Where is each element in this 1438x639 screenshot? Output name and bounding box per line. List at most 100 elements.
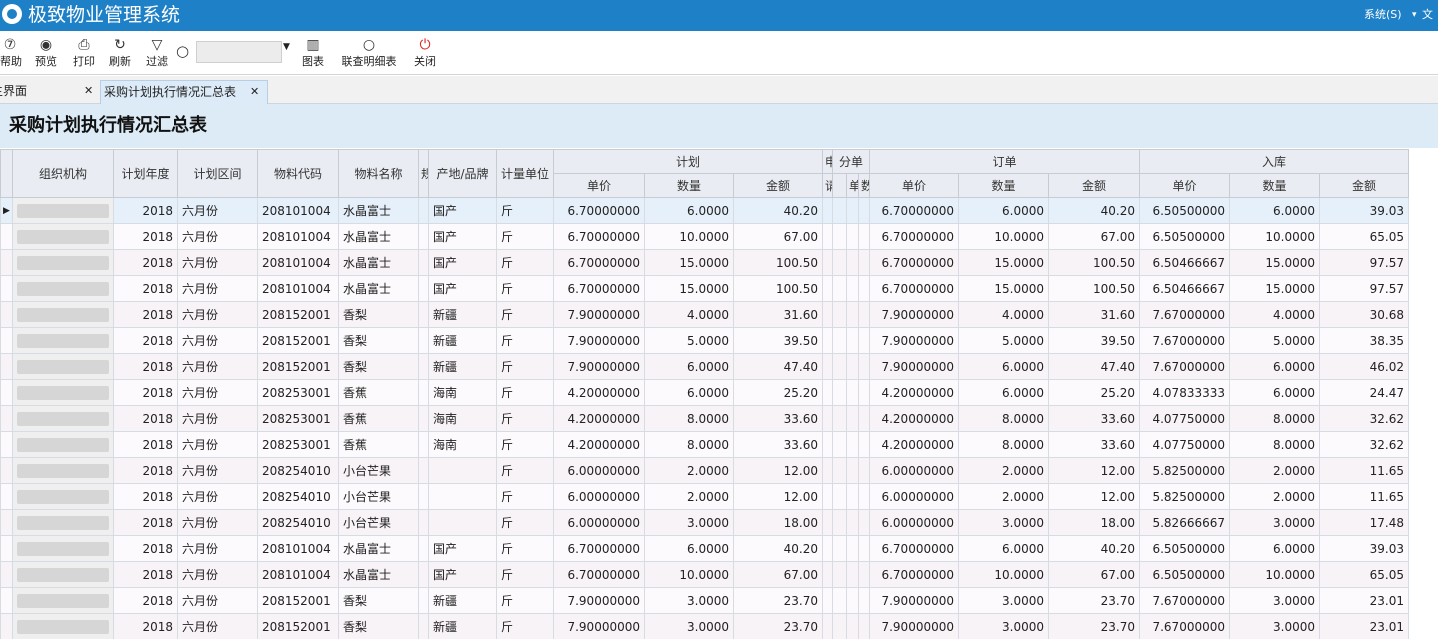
table-cell: 2.0000 <box>644 457 734 484</box>
table-cell: 3.0000 <box>1229 613 1320 639</box>
row-indicator[interactable] <box>0 301 13 328</box>
col-order-amount[interactable]: 金额 <box>1048 173 1140 198</box>
search-input[interactable] <box>196 41 282 63</box>
col-plan-amount[interactable]: 金额 <box>733 173 823 198</box>
table-cell: 小台芒果 <box>338 457 419 484</box>
preview-button[interactable]: ◉ 预览 <box>32 35 60 73</box>
table-cell: 国产 <box>428 535 497 562</box>
search-dropdown-icon[interactable]: ▼ <box>283 42 290 52</box>
chart-button[interactable]: ▥ 图表 <box>299 35 327 73</box>
menu-file[interactable]: 文 <box>1422 8 1433 22</box>
table-row[interactable]: 2018 六月份 208253001 香蕉 海南斤 4.20000000 8.0000 33.… <box>0 431 1438 458</box>
detail-query-button[interactable]: ○ 联查明细表 <box>338 35 400 73</box>
table-row[interactable]: 2018 六月份 208152001 香梨 新疆斤 7.90000000 4.0000 31.… <box>0 301 1438 328</box>
col-split-sub-b[interactable]: 单 <box>846 173 859 198</box>
table-row[interactable]: 2018 六月份 208101004 水晶富士 国产斤 6.70000000 10.0000… <box>0 223 1438 250</box>
table-cell <box>822 301 833 328</box>
table-cell <box>832 483 847 510</box>
menu-system[interactable]: 系统(S) <box>1364 8 1402 22</box>
row-indicator[interactable] <box>0 249 13 276</box>
table-cell: 7.90000000 <box>553 301 645 328</box>
table-row[interactable]: 2018 六月份 208254010 小台芒果斤 6.00000000 3.0000 18.… <box>0 509 1438 536</box>
table-cell: 六月份 <box>177 405 258 432</box>
row-indicator[interactable] <box>0 509 13 536</box>
col-split-sub-c[interactable]: 数 <box>858 173 870 198</box>
table-row[interactable]: 2018 六月份 208253001 香蕉 海南斤 4.20000000 8.0000 33.… <box>0 405 1438 432</box>
col-plan-year[interactable]: 计划年度 <box>113 149 178 198</box>
col-org[interactable]: 组织机构 <box>12 149 114 198</box>
row-indicator[interactable]: ▶ <box>0 197 13 224</box>
table-cell: 4.20000000 <box>869 431 959 458</box>
row-indicator[interactable] <box>0 223 13 250</box>
row-indicator[interactable] <box>0 379 13 406</box>
col-split-sub-a[interactable] <box>832 173 847 198</box>
table-row[interactable]: 2018 六月份 208152001 香梨 新疆斤 7.90000000 6.0000 47.… <box>0 353 1438 380</box>
col-order-qty[interactable]: 数量 <box>958 173 1049 198</box>
print-button[interactable]: ⎙ 打印 <box>70 35 98 73</box>
table-cell: 六月份 <box>177 587 258 614</box>
table-row[interactable]: 2018 六月份 208152001 香梨 新疆斤 7.90000000 3.0000 23.… <box>0 613 1438 639</box>
table-cell: 六月份 <box>177 509 258 536</box>
col-spec[interactable]: 规 <box>418 149 429 198</box>
col-inbound-amount[interactable]: 金额 <box>1319 173 1409 198</box>
table-row[interactable]: 2018 六月份 208101004 水晶富士 国产斤 6.70000000 15.0000… <box>0 275 1438 302</box>
help-button[interactable]: ⑦ 帮助 <box>0 35 22 73</box>
table-row[interactable]: 2018 六月份 208101004 水晶富士 国产斤 6.70000000 15.0000… <box>0 249 1438 276</box>
table-cell: 2.0000 <box>644 483 734 510</box>
col-unit[interactable]: 计量单位 <box>496 149 554 198</box>
row-indicator[interactable] <box>0 327 13 354</box>
table-row[interactable]: 2018 六月份 208152001 香梨 新疆斤 7.90000000 3.0000 23.… <box>0 587 1438 614</box>
table-cell: 6.50466667 <box>1139 249 1230 276</box>
col-origin-brand[interactable]: 产地/品牌 <box>428 149 497 198</box>
table-cell: 5.82500000 <box>1139 483 1230 510</box>
table-cell: 6.0000 <box>1229 353 1320 380</box>
redaction-mark <box>17 567 109 582</box>
table-row[interactable]: 2018 六月份 208253001 香蕉 海南斤 4.20000000 6.0000 25.… <box>0 379 1438 406</box>
redaction-mark <box>17 203 109 218</box>
col-request-sub[interactable]: 请 <box>822 173 833 198</box>
row-indicator[interactable] <box>0 405 13 432</box>
table-row[interactable]: 2018 六月份 208101004 水晶富士 国产斤 6.70000000 10.0000… <box>0 561 1438 588</box>
col-material-code[interactable]: 物料代码 <box>257 149 339 198</box>
row-indicator[interactable] <box>0 535 13 562</box>
table-cell <box>418 613 429 639</box>
table-cell: 8.0000 <box>644 405 734 432</box>
table-row[interactable]: 2018 六月份 208254010 小台芒果斤 6.00000000 2.0000 12.… <box>0 483 1438 510</box>
table-cell: 2.0000 <box>1229 483 1320 510</box>
row-indicator[interactable] <box>0 613 13 639</box>
row-indicator[interactable] <box>0 587 13 614</box>
table-cell: 97.57 <box>1319 275 1409 302</box>
table-cell: 100.50 <box>1048 249 1140 276</box>
col-inbound-price[interactable]: 单价 <box>1139 173 1230 198</box>
table-row[interactable]: 2018 六月份 208254010 小台芒果斤 6.00000000 2.0000 12.… <box>0 457 1438 484</box>
close-icon[interactable]: ✕ <box>250 81 259 103</box>
col-plan-period[interactable]: 计划区间 <box>177 149 258 198</box>
table-cell: 23.70 <box>1048 587 1140 614</box>
row-indicator[interactable] <box>0 431 13 458</box>
table-row[interactable]: 2018 六月份 208152001 香梨 新疆斤 7.90000000 5.0000 39.… <box>0 327 1438 354</box>
col-plan-qty[interactable]: 数量 <box>644 173 734 198</box>
tab-purchase-plan-report[interactable]: 采购计划执行情况汇总表 ✕ <box>100 80 268 104</box>
table-cell <box>858 483 870 510</box>
table-cell: 国产 <box>428 561 497 588</box>
col-order-price[interactable]: 单价 <box>869 173 959 198</box>
row-indicator[interactable] <box>0 561 13 588</box>
row-indicator[interactable] <box>0 483 13 510</box>
table-row[interactable]: ▶ 2018 六月份 208101004 水晶富士 国产斤 6.70000000 6.0000… <box>0 197 1438 224</box>
col-material-name[interactable]: 物料名称 <box>338 149 419 198</box>
col-inbound-qty[interactable]: 数量 <box>1229 173 1320 198</box>
table-cell: 40.20 <box>1048 535 1140 562</box>
row-indicator[interactable] <box>0 353 13 380</box>
row-indicator[interactable] <box>0 275 13 302</box>
table-cell: 7.67000000 <box>1139 613 1230 639</box>
row-indicator[interactable] <box>0 457 13 484</box>
close-icon[interactable]: ✕ <box>84 80 93 102</box>
refresh-button[interactable]: ↻ 刷新 <box>106 35 134 73</box>
table-row[interactable]: 2018 六月份 208101004 水晶富士 国产斤 6.70000000 6.0000 4… <box>0 535 1438 562</box>
col-plan-price[interactable]: 单价 <box>553 173 645 198</box>
tab-main[interactable]: 主界面 ✕ <box>0 80 100 104</box>
close-button[interactable]: ⏻ 关闭 <box>411 35 439 73</box>
table-cell: 斤 <box>496 535 554 562</box>
filter-button[interactable]: ▽ 过滤 <box>143 35 171 73</box>
table-cell <box>418 223 429 250</box>
